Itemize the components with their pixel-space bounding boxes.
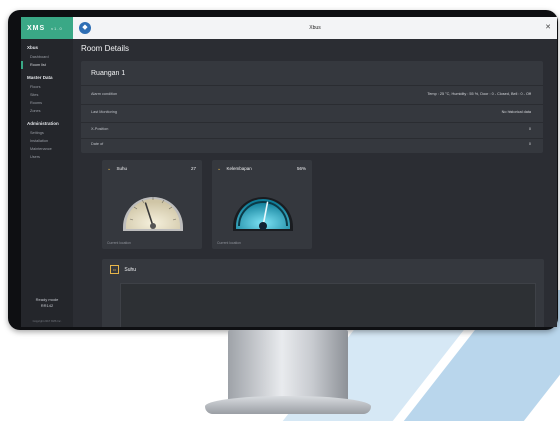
room-detail-key: Alarm condition (91, 92, 118, 96)
room-detail-key: Date of (91, 142, 104, 146)
monitor-base (205, 396, 371, 414)
sidebar-item-installation[interactable]: Installation (21, 137, 73, 145)
sidebar-item-sites[interactable]: Sites (21, 91, 73, 99)
screen: XMS v1.0 Xbus Dashboard Room list Master… (21, 17, 557, 327)
divider (81, 85, 543, 86)
gauge-value: 27 (190, 166, 196, 171)
gauge-card-temperature: ⌄ Suhu 27 Current location (102, 160, 202, 249)
gauge-title: Kelembapan (226, 166, 252, 171)
room-card: Ruangan 1 Alarm condition Temp : 25 °C, … (81, 61, 543, 153)
monitor-stand (228, 330, 348, 402)
copyright-text: Copyright 2017 XMS Inc. (32, 320, 62, 323)
gauge-footer: Current location (217, 241, 241, 245)
sidebar-item-maintenance[interactable]: Maintenance (21, 145, 73, 153)
sidebar-footer-line: RR142 (40, 303, 54, 308)
gauge-title: Suhu (116, 166, 127, 171)
room-detail-row: Date of 0 (91, 142, 531, 154)
chart-icon: ▭ (110, 265, 119, 274)
sidebar-section-title: Xbus (27, 45, 39, 50)
app-version: v1.0 (51, 25, 63, 31)
room-detail-value: No historical data (501, 110, 531, 114)
temperature-gauge (123, 197, 183, 231)
chart-title: Suhu (124, 266, 137, 273)
gauge-header: ⌄ Kelembapan 56% (217, 166, 306, 176)
room-detail-value: Temp : 25 °C, Humidity : 55 %, Door : 0 … (427, 92, 531, 96)
gauge-header: ⌄ Suhu 27 (107, 166, 196, 176)
divider (81, 122, 543, 123)
chart-plot-area (120, 283, 536, 327)
chevron-down-icon[interactable]: ⌄ (107, 166, 111, 172)
sidebar-item-users[interactable]: Users (21, 153, 73, 161)
humidity-gauge (233, 197, 293, 231)
divider (81, 104, 543, 105)
top-bar: ◆ Xbus ✕ (73, 17, 557, 39)
room-detail-value: 0 (528, 142, 531, 146)
gauge-value: 56% (296, 166, 306, 171)
main-content: Room Details Ruangan 1 Alarm condition T… (73, 39, 557, 327)
room-name: Ruangan 1 (91, 70, 126, 77)
sidebar-footer: Ready mode RR142 (21, 297, 73, 309)
gauge-card-humidity: ⌄ Kelembapan 56% Current location (212, 160, 312, 249)
sidebar: XMS v1.0 Xbus Dashboard Room list Master… (21, 17, 73, 327)
sidebar-item-zones[interactable]: Zones (21, 107, 73, 115)
close-icon[interactable]: ✕ (545, 23, 551, 31)
sidebar-section-title: Master Data (27, 75, 53, 80)
divider (81, 138, 543, 139)
page-title: Room Details (81, 44, 130, 53)
gauge-footer: Current location (107, 241, 131, 245)
chevron-down-icon[interactable]: ⌄ (217, 166, 221, 172)
sidebar-section-title: Administration (27, 121, 59, 126)
monitor: XMS v1.0 Xbus Dashboard Room list Master… (8, 10, 558, 330)
room-detail-row: Alarm condition Temp : 25 °C, Humidity :… (91, 92, 531, 104)
temperature-chart-card: ▭ Suhu (102, 259, 544, 327)
sidebar-item-floors[interactable]: Floors (21, 83, 73, 91)
room-detail-key: Last Monitoring (91, 110, 117, 114)
room-detail-row: Last Monitoring No historical data (91, 110, 531, 122)
room-detail-value: 0 (528, 127, 531, 131)
chart-header: ▭ Suhu (110, 265, 136, 274)
app-logo[interactable]: XMS v1.0 (21, 17, 73, 39)
sidebar-item-dashboard[interactable]: Dashboard (21, 53, 73, 61)
sidebar-item-room-list[interactable]: Room list (21, 61, 73, 69)
app-logo-text: XMS (27, 24, 46, 32)
sidebar-item-rooms[interactable]: Rooms (21, 99, 73, 107)
window-title: Xbus (309, 25, 321, 31)
sidebar-item-settings[interactable]: Settings (21, 129, 73, 137)
room-detail-key: X-Position (91, 127, 109, 131)
